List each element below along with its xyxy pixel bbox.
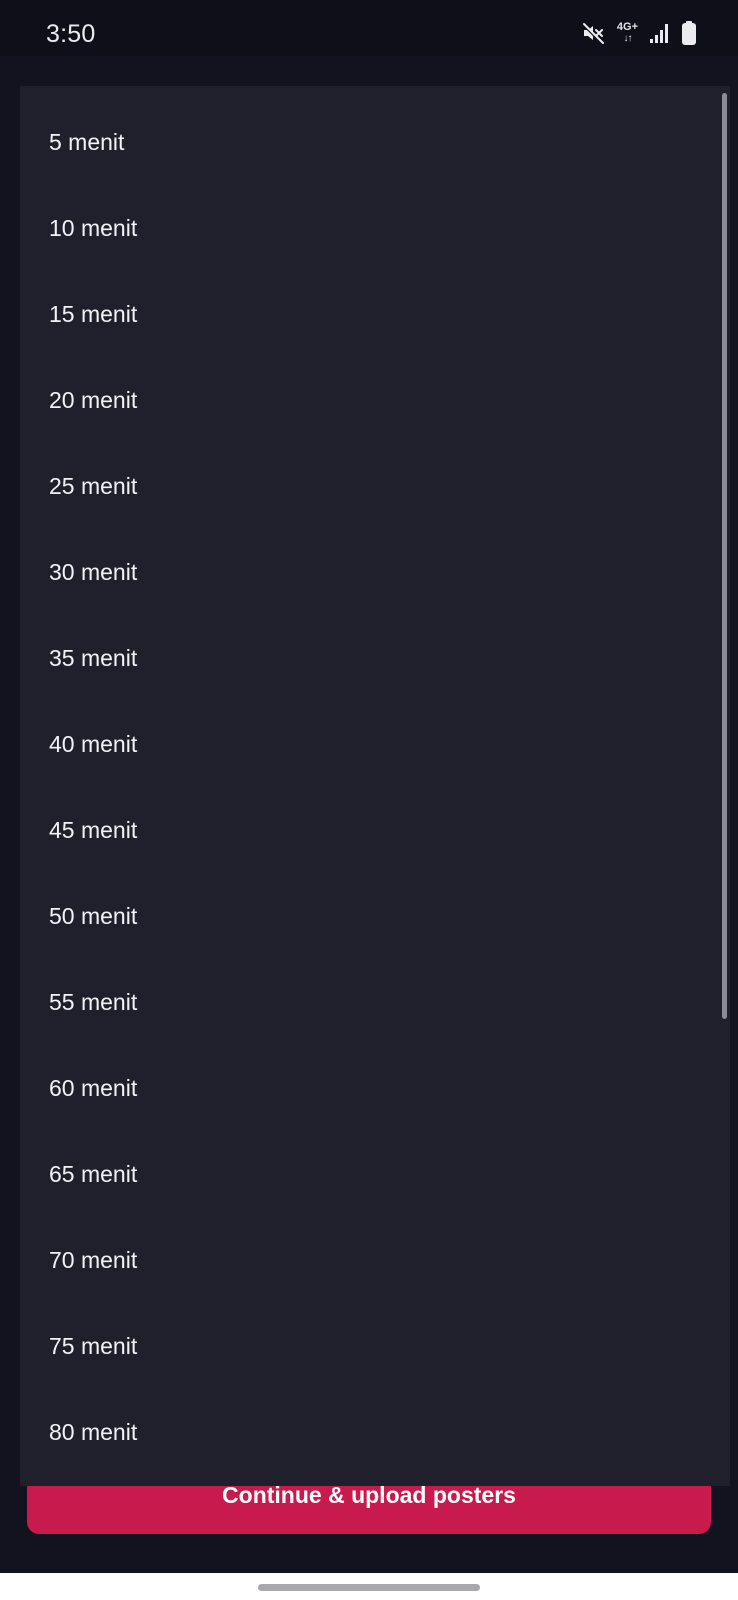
status-time: 3:50 <box>46 20 96 48</box>
network-type-icon: 4G+ ↓↑ <box>617 22 638 44</box>
duration-option-label: 40 menit <box>49 730 138 757</box>
duration-option-label: 15 menit <box>49 300 138 327</box>
duration-option-label: 75 menit <box>49 1332 138 1359</box>
duration-option[interactable]: 45 menit <box>20 787 700 873</box>
duration-option[interactable]: 70 menit <box>20 1217 700 1303</box>
duration-option-label: 70 menit <box>49 1246 138 1273</box>
status-bar: 3:50 4G+ ↓↑ <box>0 0 738 56</box>
duration-option-label: 35 menit <box>49 644 138 671</box>
duration-option[interactable]: 50 menit <box>20 873 700 959</box>
duration-option[interactable]: 10 menit <box>20 185 700 271</box>
duration-option[interactable]: 40 menit <box>20 701 700 787</box>
duration-option[interactable]: 80 menit <box>20 1389 700 1475</box>
network-activity-arrows: ↓↑ <box>623 33 632 44</box>
duration-option[interactable]: 15 menit <box>20 271 700 357</box>
home-indicator[interactable] <box>258 1584 480 1591</box>
battery-icon <box>682 21 696 45</box>
signal-icon <box>650 22 670 44</box>
duration-option-label: 10 menit <box>49 214 138 241</box>
duration-option-label: 65 menit <box>49 1160 138 1187</box>
mute-icon <box>581 21 605 45</box>
duration-option[interactable]: 55 menit <box>20 959 700 1045</box>
duration-dropdown-menu: 5 menit 10 menit 15 menit 20 menit 25 menit 3… <box>20 86 730 1486</box>
status-icons: 4G+ ↓↑ <box>581 18 696 48</box>
duration-option-label: 25 menit <box>49 472 138 499</box>
duration-option-label: 60 menit <box>49 1074 138 1101</box>
duration-option[interactable]: 35 menit <box>20 615 700 701</box>
duration-option-label: 5 menit <box>49 128 125 155</box>
navigation-bar <box>0 1573 738 1600</box>
duration-option[interactable]: 25 menit <box>20 443 700 529</box>
network-type-label: 4G+ <box>616 21 638 33</box>
continue-upload-posters-button[interactable]: Continue & upload posters <box>27 1486 711 1534</box>
duration-option-label: 50 menit <box>49 902 138 929</box>
duration-option[interactable]: 5 menit <box>20 99 700 185</box>
duration-option-label: 80 menit <box>49 1418 138 1445</box>
duration-option-label: 20 menit <box>49 386 138 413</box>
scrollbar-thumb[interactable] <box>722 93 727 1019</box>
duration-option[interactable]: 30 menit <box>20 529 700 615</box>
duration-option[interactable]: 60 menit <box>20 1045 700 1131</box>
duration-option[interactable]: 75 menit <box>20 1303 700 1389</box>
duration-option-label: 45 menit <box>49 816 138 843</box>
duration-option[interactable]: 65 menit <box>20 1131 700 1217</box>
continue-button-label: Continue & upload posters <box>222 1486 516 1508</box>
duration-option-label: 55 menit <box>49 988 138 1015</box>
duration-option-label: 30 menit <box>49 558 138 585</box>
duration-option[interactable]: 20 menit <box>20 357 700 443</box>
